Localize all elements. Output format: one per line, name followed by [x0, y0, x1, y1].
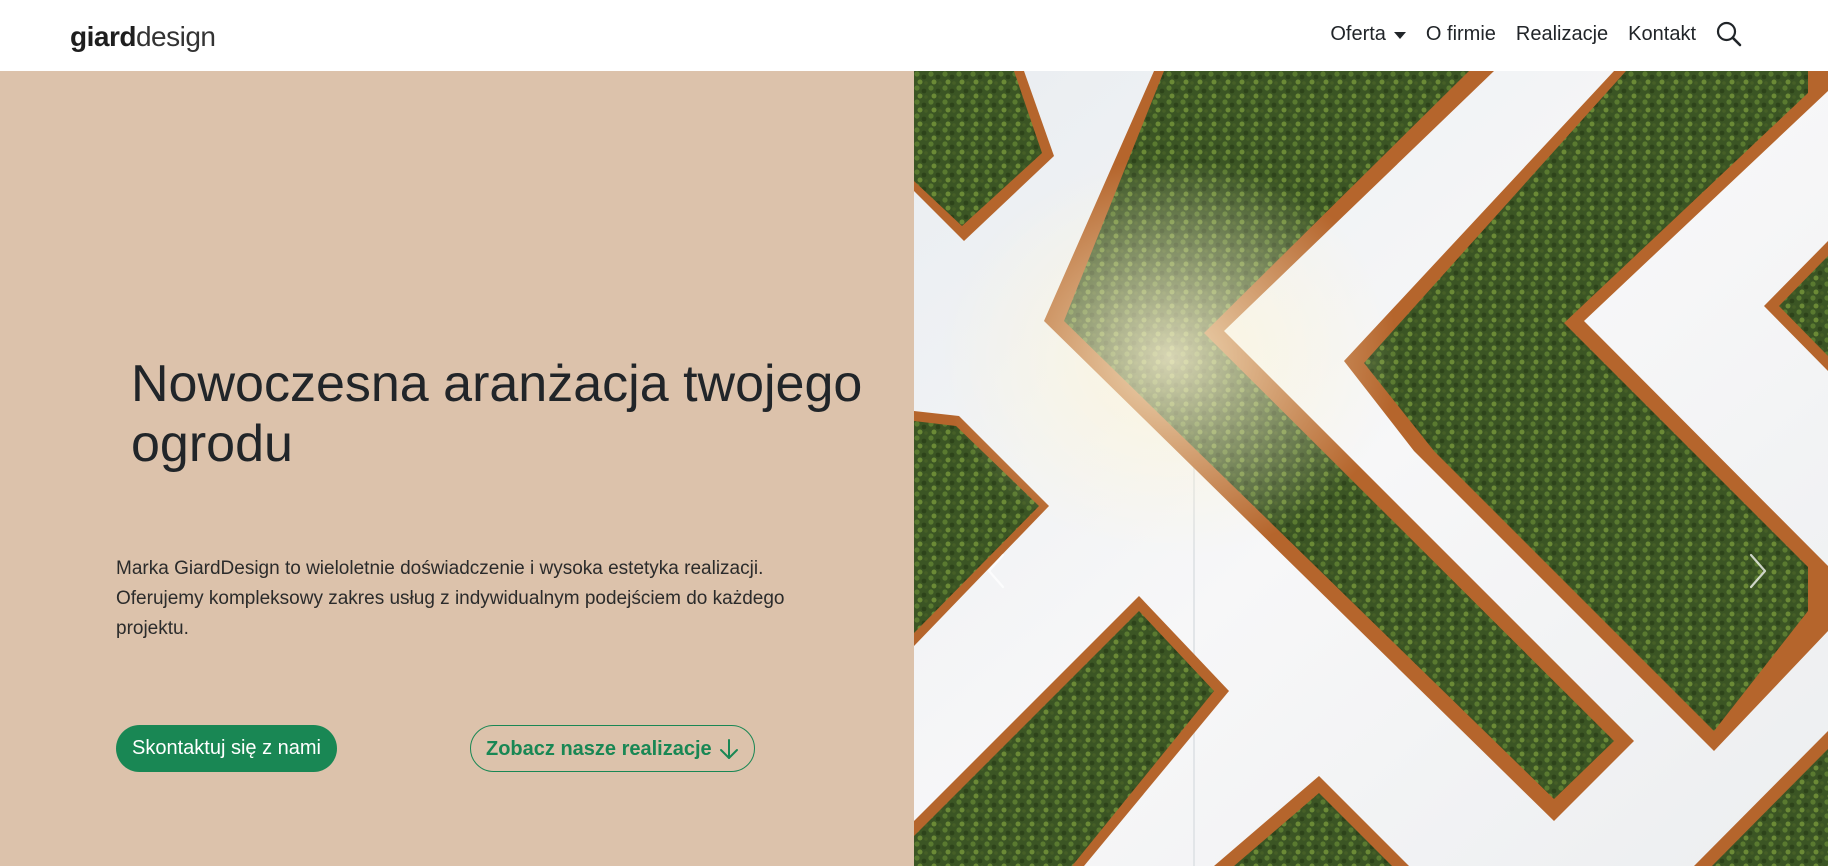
search-icon — [1716, 21, 1742, 47]
nav-item-oferta[interactable]: Oferta — [1330, 23, 1406, 46]
logo-text-light: design — [135, 21, 216, 52]
hero-text-panel: Nowoczesna aranżacja twojego ogrodu Mark… — [0, 71, 914, 866]
search-button[interactable] — [1714, 19, 1744, 49]
contact-button-label: Skontaktuj się z nami — [132, 737, 321, 759]
carousel-next-button[interactable] — [1738, 541, 1778, 601]
nav-item-label: Kontakt — [1628, 22, 1696, 45]
nav-item-kontakt[interactable]: Kontakt — [1628, 23, 1696, 46]
view-projects-button[interactable]: Zobacz nasze realizacje — [470, 725, 755, 772]
main-nav: Oferta O firmie Realizacje Kontakt — [1330, 18, 1744, 50]
navbar: giarddesign Oferta O firmie Realizacje K… — [0, 0, 1828, 71]
contact-button[interactable]: Skontaktuj się z nami — [116, 725, 337, 772]
nav-item-o-firmie[interactable]: O firmie — [1426, 23, 1496, 46]
hero-title: Nowoczesna aranżacja twojego ogrodu — [131, 355, 863, 473]
caret-down-icon — [1393, 31, 1406, 39]
chevron-left-icon — [987, 553, 1005, 589]
hedge-maze-photo — [914, 71, 1828, 866]
logo-text-bold: giard — [70, 21, 136, 52]
carousel-prev-button[interactable] — [976, 541, 1016, 601]
hero-description: Marka GiardDesign to wieloletnie doświad… — [116, 558, 785, 639]
view-projects-button-label: Zobacz nasze realizacje — [486, 737, 712, 760]
nav-item-realizacje[interactable]: Realizacje — [1516, 23, 1608, 46]
chevron-right-icon — [1749, 553, 1767, 589]
nav-item-label: Realizacje — [1515, 22, 1609, 45]
nav-item-label: Oferta — [1330, 22, 1386, 45]
arrow-down-icon — [718, 737, 740, 761]
brand-logo[interactable]: giarddesign — [70, 21, 216, 52]
hero-carousel — [914, 71, 1828, 866]
nav-item-label: O firmie — [1425, 22, 1496, 45]
